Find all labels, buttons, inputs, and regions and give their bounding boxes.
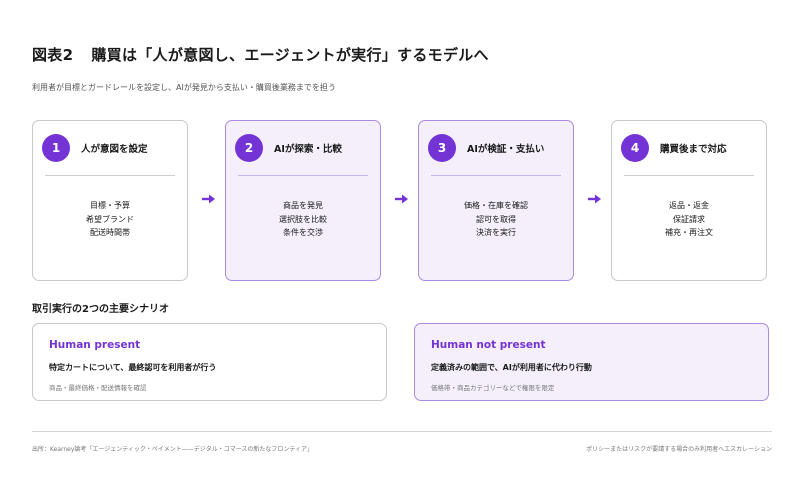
scenario-note: 商品・最終価格・配送情報を確認 — [49, 384, 147, 392]
step-number-badge: 1 — [42, 134, 70, 162]
footer-divider — [32, 431, 772, 432]
step-item: 補充・再注文 — [665, 228, 713, 237]
footer-note: ポリシーまたはリスクが要請する場合のみ利用者へエスカレーション — [586, 446, 772, 453]
scenario-description: 定義済みの範囲で、AIが利用者に代わり行動 — [431, 363, 592, 372]
step-divider — [45, 175, 175, 176]
figure-label: 図表2 — [32, 46, 74, 64]
step-card-4: 4 購買後まで対応 返品・返金 保証請求 補充・再注文 — [611, 120, 767, 281]
step-items: 返品・返金 保証請求 補充・再注文 — [612, 199, 766, 240]
scenario-card-human-present: Human present 特定カートについて、最終認可を利用者が行う 商品・最… — [32, 323, 387, 401]
step-title: 購買後まで対応 — [660, 144, 727, 155]
step-title: AIが検証・支払い — [467, 144, 545, 155]
step-item: 目標・予算 — [90, 201, 130, 210]
step-number-badge: 3 — [428, 134, 456, 162]
step-card-2: 2 AIが探索・比較 商品を発見 選択肢を比較 条件を交渉 — [225, 120, 381, 281]
step-item: 価格・在庫を確認 — [464, 201, 528, 210]
step-item: 条件を交渉 — [283, 228, 323, 237]
step-item: 希望ブランド — [86, 214, 134, 224]
page-subtitle: 利用者が目標とガードレールを設定し、AIが発見から支払い・購買後業務までを担う — [32, 83, 336, 92]
arrow-right-icon — [588, 194, 601, 204]
scenario-heading: Human not present — [431, 339, 546, 351]
step-items: 商品を発見 選択肢を比較 条件を交渉 — [226, 199, 380, 240]
scenario-note: 価格帯・商品カテゴリーなどで権限を限定 — [431, 384, 555, 392]
step-items: 目標・予算 希望ブランド 配送時間帯 — [33, 199, 187, 240]
step-card-3: 3 AIが検証・支払い 価格・在庫を確認 認可を取得 決済を実行 — [418, 120, 574, 281]
step-item: 選択肢を比較 — [279, 214, 327, 224]
footer-source: 出所：Kearney論考「エージェンティック・ペイメント——デジタル・コマースの… — [32, 446, 314, 453]
scenario-heading: Human present — [49, 339, 141, 351]
step-title: AIが探索・比較 — [274, 144, 342, 155]
scenario-description: 特定カートについて、最終認可を利用者が行う — [49, 363, 217, 372]
page-title: 図表2 購買は「人が意図し、エージェントが実行」するモデルへ — [32, 44, 489, 65]
arrow-right-icon — [395, 194, 408, 204]
step-item: 保証請求 — [673, 214, 705, 224]
step-item: 決済を実行 — [476, 228, 516, 237]
step-item: 認可を取得 — [476, 214, 516, 224]
step-number-badge: 4 — [621, 134, 649, 162]
step-item: 商品を発見 — [283, 201, 323, 210]
step-title: 人が意図を設定 — [81, 144, 148, 155]
scenario-card-human-not-present: Human not present 定義済みの範囲で、AIが利用者に代わり行動 … — [414, 323, 769, 401]
step-divider — [624, 175, 754, 176]
title-text: 購買は「人が意図し、エージェントが実行」するモデルへ — [91, 46, 489, 64]
step-card-1: 1 人が意図を設定 目標・予算 希望ブランド 配送時間帯 — [32, 120, 188, 281]
arrow-right-icon — [202, 194, 215, 204]
step-items: 価格・在庫を確認 認可を取得 決済を実行 — [419, 199, 573, 240]
step-item: 配送時間帯 — [90, 228, 130, 237]
step-divider — [238, 175, 368, 176]
section-title: 取引実行の2つの主要シナリオ — [32, 304, 169, 315]
step-number-badge: 2 — [235, 134, 263, 162]
step-divider — [431, 175, 561, 176]
step-item: 返品・返金 — [669, 201, 709, 210]
